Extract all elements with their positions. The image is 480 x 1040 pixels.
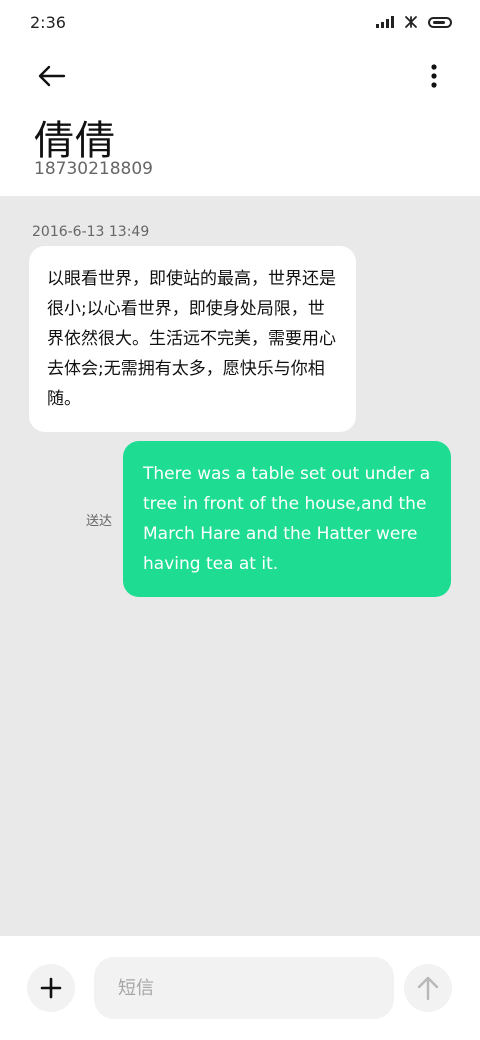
status-time: 2:36 [30, 12, 66, 32]
contact-name: 倩倩 [34, 118, 116, 164]
message-composer [0, 936, 480, 1040]
status-icons [376, 15, 452, 29]
plus-icon [40, 977, 62, 999]
signal-icon [376, 16, 394, 28]
delivery-status: 送达 [86, 514, 113, 529]
status-bar: 2:36 [0, 0, 480, 44]
incoming-message-bubble[interactable]: 以眼看世界，即使站的最高，世界还是很小;以心看世界，即使身处局限，世界依然很大。… [29, 246, 356, 432]
wifi-off-icon [405, 16, 417, 28]
back-button[interactable] [28, 52, 76, 100]
outgoing-message-bubble[interactable]: There was a table set out under a tree i… [123, 441, 451, 597]
message-timestamp: 2016-6-13 13:49 [32, 224, 150, 240]
message-input[interactable] [94, 957, 394, 1019]
back-arrow-icon [38, 65, 66, 87]
send-button[interactable] [404, 964, 452, 1012]
add-attachment-button[interactable] [27, 964, 75, 1012]
contact-number: 18730218809 [34, 159, 153, 179]
battery-icon [428, 16, 452, 28]
more-vertical-icon [431, 64, 437, 88]
more-options-button[interactable] [416, 52, 452, 100]
conversation-header: 倩倩 18730218809 [0, 44, 480, 196]
send-arrow-up-icon [417, 976, 439, 1001]
message-thread[interactable]: 2016-6-13 13:49 以眼看世界，即使站的最高，世界还是很小;以心看世… [0, 196, 480, 936]
